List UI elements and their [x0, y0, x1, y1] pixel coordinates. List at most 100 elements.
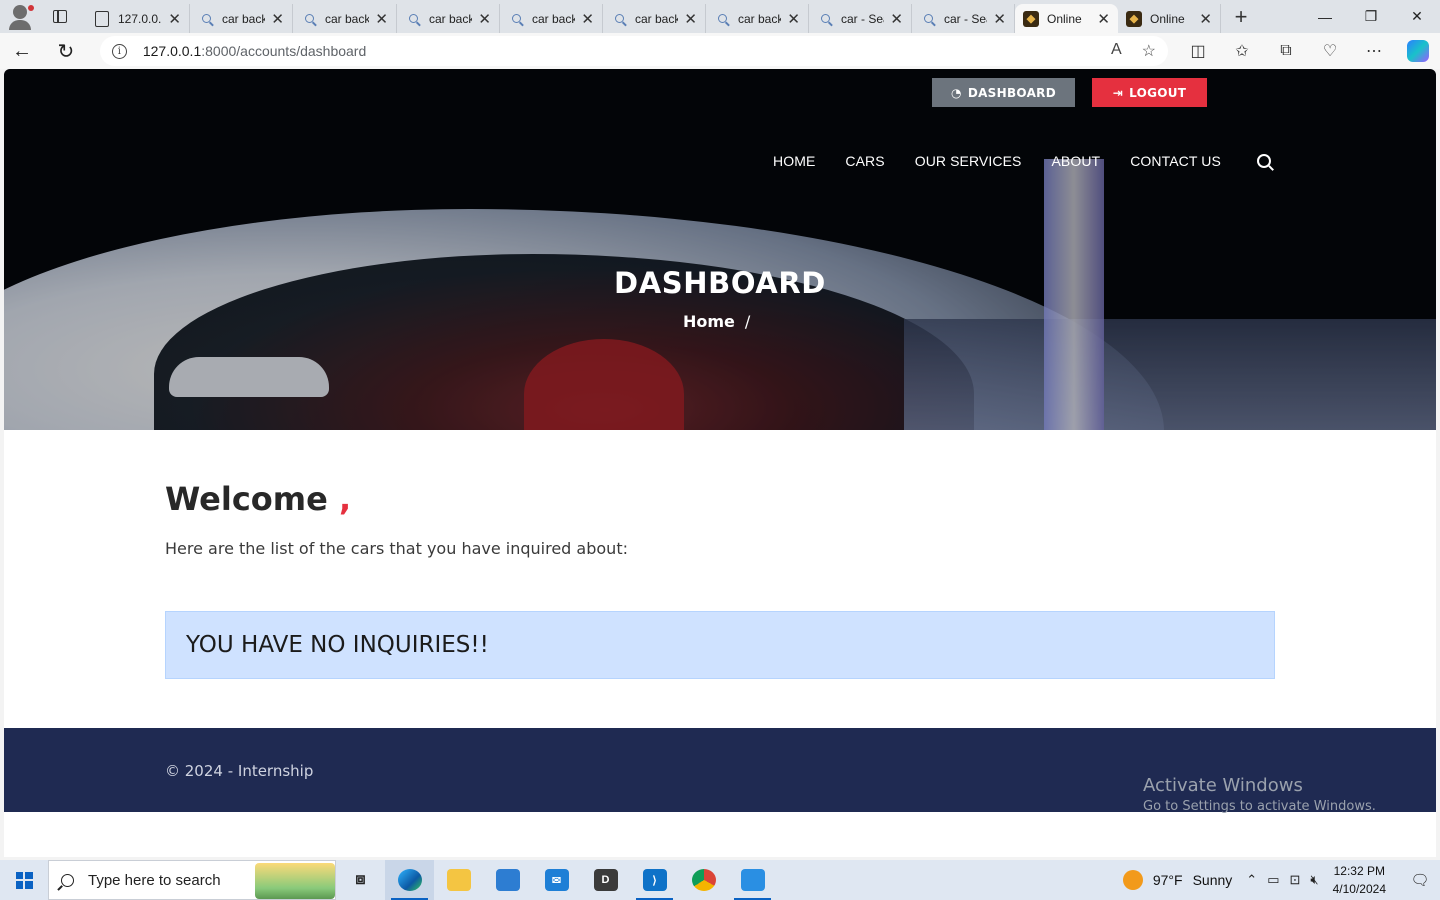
tray-icons: ⌃ ▭ ⊡ 🔇︎	[1246, 872, 1318, 888]
watermark-line1: Activate Windows	[1143, 775, 1303, 796]
clock[interactable]: 12:32 PM 4/10/2024	[1333, 862, 1386, 898]
search-icon	[198, 11, 214, 27]
favorites-icon[interactable]: ✩	[1220, 33, 1264, 69]
copilot-icon[interactable]	[1396, 33, 1440, 69]
search-icon	[405, 11, 421, 27]
favorite-star-icon[interactable]: ☆	[1142, 41, 1156, 61]
close-window-icon[interactable]: ✕	[1394, 0, 1440, 33]
file-explorer-icon[interactable]	[434, 860, 483, 900]
browser-tab[interactable]: car background ✕	[293, 4, 397, 33]
close-icon[interactable]: ✕	[993, 10, 1006, 28]
refresh-icon[interactable]: ↻	[44, 33, 88, 69]
profile-avatar-icon[interactable]	[0, 0, 34, 33]
nav-about[interactable]: ABOUT	[1051, 153, 1100, 169]
chevron-up-icon[interactable]: ⌃	[1246, 872, 1257, 888]
task-view-icon[interactable]: ⧈	[336, 860, 385, 900]
welcome-text: Welcome	[165, 480, 328, 518]
browser-essentials-icon[interactable]: ♡	[1308, 33, 1352, 69]
weather-widget[interactable]: 97°F Sunny	[1122, 870, 1233, 890]
nav-our-services[interactable]: OUR SERVICES	[915, 153, 1022, 169]
meet-icon[interactable]: ▭	[1267, 872, 1279, 888]
browser-tab[interactable]: 127.0.0.1 ✕	[86, 4, 190, 33]
logout-button[interactable]: ⇥ LOGOUT	[1092, 78, 1207, 107]
close-icon[interactable]: ✕	[684, 10, 697, 28]
taskbar-search[interactable]: Type here to search	[48, 860, 336, 900]
nav-home[interactable]: HOME	[773, 153, 815, 169]
document-icon	[94, 10, 110, 27]
search-highlight-image	[255, 863, 335, 899]
browser-tab[interactable]: car background ✕	[190, 4, 293, 33]
close-icon[interactable]: ✕	[478, 10, 491, 28]
close-icon[interactable]: ✕	[890, 10, 903, 28]
volume-muted-icon[interactable]: 🔇︎	[1310, 872, 1318, 888]
tab-title: car background	[429, 11, 473, 26]
welcome-heading: Welcome ,	[165, 480, 351, 518]
site-info-icon[interactable]: i	[111, 43, 127, 59]
windows-taskbar: Type here to search ⧈ ✉ D ⟩ 97°F Sunny ⌃…	[0, 860, 1440, 900]
site-favicon-icon: ◆	[1126, 10, 1142, 27]
search-icon	[920, 11, 936, 27]
more-menu-icon[interactable]: ⋯	[1352, 33, 1396, 69]
close-icon[interactable]: ✕	[168, 10, 181, 28]
close-icon[interactable]: ✕	[271, 10, 284, 28]
nav-cars[interactable]: CARS	[845, 153, 884, 169]
read-aloud-icon[interactable]: A	[1111, 41, 1122, 61]
edge-app-icon[interactable]	[385, 860, 434, 900]
search-icon	[61, 873, 74, 887]
close-icon[interactable]: ✕	[1199, 10, 1212, 28]
chrome-icon[interactable]	[679, 860, 728, 900]
dashboard-content: Welcome , Here are the list of the cars …	[4, 430, 1436, 728]
address-bar[interactable]: i 127.0.0.1:8000/accounts/dashboard A ☆	[99, 36, 1168, 66]
close-icon[interactable]: ✕	[1097, 10, 1110, 28]
breadcrumb-home[interactable]: Home	[683, 312, 735, 331]
dashboard-button-label: DASHBOARD	[967, 85, 1056, 100]
minimize-icon[interactable]: —	[1302, 0, 1348, 33]
browser-tab[interactable]: car background ✕	[706, 4, 809, 33]
start-button[interactable]	[0, 860, 48, 900]
tab-title: car background	[532, 11, 576, 26]
browser-tab[interactable]: car background ✕	[397, 4, 500, 33]
new-tab-icon[interactable]: +	[1221, 0, 1261, 33]
microsoft-store-icon[interactable]	[483, 860, 532, 900]
search-icon[interactable]	[1256, 154, 1271, 168]
username-placeholder: ,	[338, 480, 352, 518]
dashboard-button[interactable]: ◔ DASHBOARD	[932, 78, 1075, 107]
page-title: DASHBOARD	[614, 266, 826, 300]
restore-icon[interactable]: ❐	[1348, 0, 1394, 33]
browser-tab[interactable]: car - Search ✕	[809, 4, 912, 33]
browser-tab[interactable]: car - Search ✕	[912, 4, 1015, 33]
search-icon	[508, 11, 524, 27]
tab-title: car background	[325, 11, 370, 26]
window-controls: — ❐ ✕	[1302, 0, 1440, 33]
browser-tab-active[interactable]: ◆ Online ✕	[1015, 4, 1118, 33]
tab-actions-icon[interactable]	[34, 0, 86, 33]
mail-icon[interactable]: ✉	[532, 860, 581, 900]
hero-overlay	[4, 69, 1436, 430]
close-icon[interactable]: ✕	[787, 10, 800, 28]
collections-icon[interactable]: ⧉	[1264, 33, 1308, 69]
back-arrow-icon[interactable]: ←	[0, 33, 44, 69]
no-inquiries-alert: YOU HAVE NO INQUIRIES!!	[165, 611, 1275, 679]
browser-tab[interactable]: car background ✕	[603, 4, 706, 33]
browser-tab[interactable]: ◆ Online ✕	[1118, 4, 1221, 33]
browser-tab[interactable]: car background ✕	[500, 4, 603, 33]
system-tray: 97°F Sunny ⌃ ▭ ⊡ 🔇︎ 12:32 PM 4/10/2024 🗨…	[1122, 860, 1440, 900]
copyright-text: © 2024 - Internship	[165, 762, 314, 780]
url-path: :8000/accounts/dashboard	[201, 43, 367, 59]
windows-logo-icon	[15, 871, 33, 889]
tab-list: 127.0.0.1 ✕ car background ✕ car backgro…	[86, 0, 1221, 33]
django-app-icon[interactable]: D	[581, 860, 630, 900]
notification-icon[interactable]: 🗨︎	[1400, 860, 1440, 900]
clock-time: 12:32 PM	[1333, 864, 1385, 878]
site-favicon-icon: ◆	[1023, 10, 1039, 27]
close-icon[interactable]: ✕	[375, 10, 388, 28]
nav-contact-us[interactable]: CONTACT US	[1130, 153, 1221, 169]
weather-text: Sunny	[1192, 872, 1233, 888]
network-icon[interactable]: ⊡	[1290, 872, 1301, 888]
page-viewport: ◔ DASHBOARD ⇥ LOGOUT HOME CARS OUR SERVI…	[4, 69, 1436, 857]
photos-app-icon[interactable]	[728, 860, 777, 900]
split-screen-icon[interactable]: ◫	[1176, 33, 1220, 69]
close-icon[interactable]: ✕	[581, 10, 594, 28]
main-nav: HOME CARS OUR SERVICES ABOUT CONTACT US	[773, 153, 1271, 169]
vscode-icon[interactable]: ⟩	[630, 860, 679, 900]
